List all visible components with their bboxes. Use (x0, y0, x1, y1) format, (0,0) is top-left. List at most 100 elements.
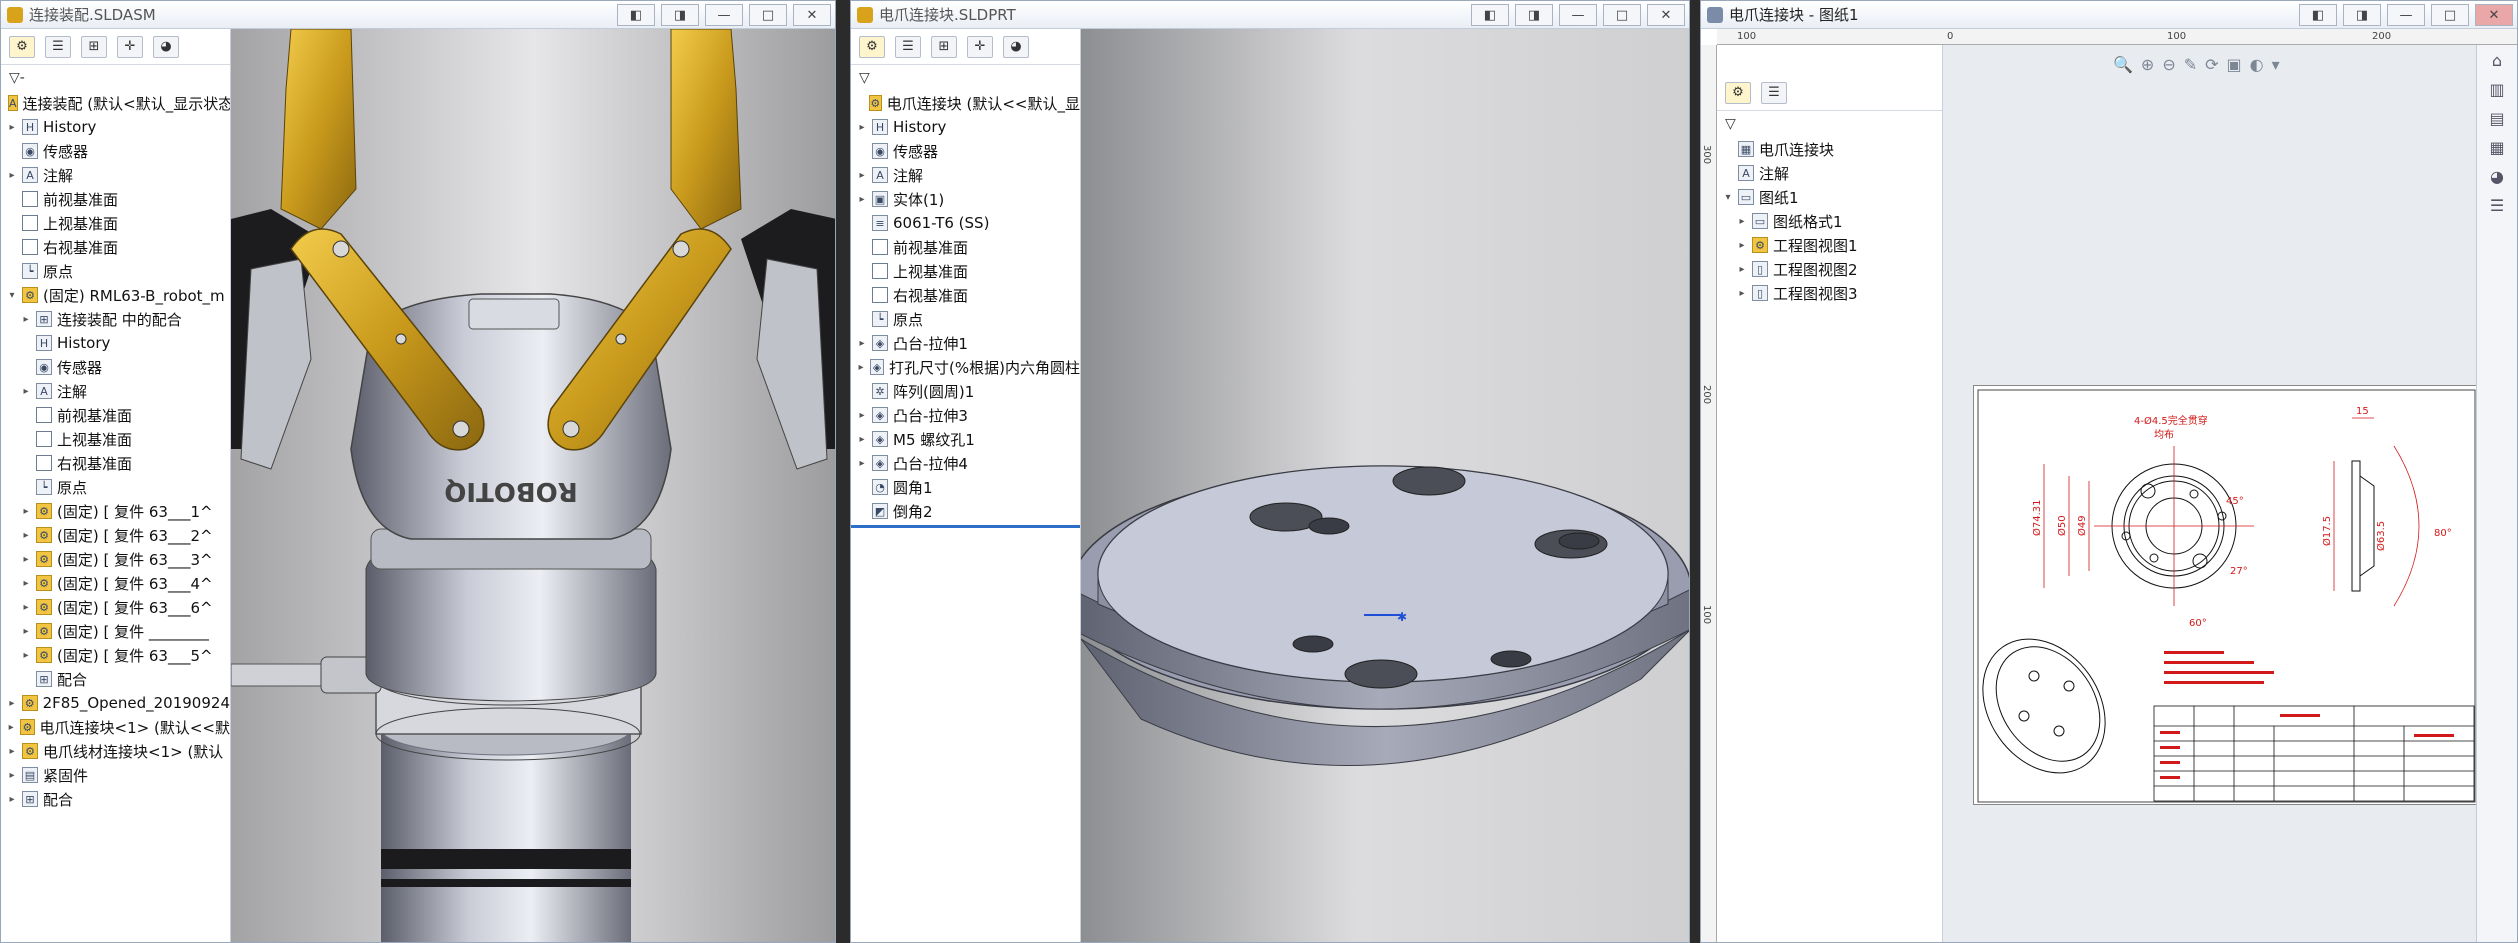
featuremanager-tab[interactable]: ⚙ (859, 35, 885, 58)
expand-toggle-icon[interactable]: ▸ (5, 770, 19, 781)
maximize-button[interactable]: □ (749, 4, 787, 26)
tree-node[interactable]: ▸ ⊞ 配合 (1, 787, 230, 811)
tree-node[interactable]: ◉ 传感器 (1, 355, 230, 379)
tree-node[interactable]: 前视基准面 (1, 403, 230, 427)
close-button[interactable]: ✕ (1647, 4, 1685, 26)
tree-node[interactable]: ▸ ◈ 打孔尺寸(%根据)内六角圆柱 (851, 355, 1080, 379)
tree-node[interactable]: ≡ 6061-T6 (SS) (851, 211, 1080, 235)
tree-node[interactable]: ▸ A 注解 (1, 379, 230, 403)
featuremanager-tab[interactable]: ⚙ (1725, 81, 1751, 104)
maximize-button[interactable]: □ (2431, 4, 2469, 26)
tree-node[interactable]: ▸ ⚙ (固定) [ 复件 63___2^ (1, 523, 230, 547)
tree-node[interactable]: ▾ ▭ 图纸1 (1717, 185, 1942, 209)
tile-left-button[interactable]: ◧ (2299, 4, 2337, 26)
tree-node[interactable]: ▸ ⚙ (固定) [ 复件 63___5^ (1, 643, 230, 667)
part-3d-viewport[interactable]: ✱ (1081, 29, 1689, 942)
tree-node[interactable]: ▸ ⊞ 连接装配 中的配合 (1, 307, 230, 331)
tree-node[interactable]: 右视基准面 (851, 283, 1080, 307)
expand-toggle-icon[interactable]: ▾ (1721, 192, 1735, 203)
tree-node[interactable]: ▸ ▯ 工程图视图3 (1717, 281, 1942, 305)
tree-node[interactable]: ┕ 原点 (1, 475, 230, 499)
tile-right-button[interactable]: ◨ (2343, 4, 2381, 26)
expand-toggle-icon[interactable]: ▸ (1735, 240, 1749, 251)
tree-node[interactable]: 上视基准面 (851, 259, 1080, 283)
tree-node[interactable]: ▸ ⚙ 电爪线材连接块<1> (默认 (1, 739, 230, 763)
close-button[interactable]: ✕ (793, 4, 831, 26)
tree-node[interactable]: ▸ H History (1, 115, 230, 139)
tree-node[interactable]: 右视基准面 (1, 451, 230, 475)
expand-toggle-icon[interactable]: ▸ (855, 122, 869, 133)
tile-right-button[interactable]: ◨ (1515, 4, 1553, 26)
minimize-button[interactable]: — (1559, 4, 1597, 26)
maximize-button[interactable]: □ (1603, 4, 1641, 26)
expand-toggle-icon[interactable]: ▸ (5, 794, 19, 805)
expand-toggle-icon[interactable]: ▸ (5, 746, 19, 757)
tile-right-button[interactable]: ◨ (661, 4, 699, 26)
tree-node[interactable]: ⚙ 电爪连接块 (默认<<默认_显 (851, 91, 1080, 115)
tree-node[interactable]: ⊞ 配合 (1, 667, 230, 691)
expand-toggle-icon[interactable]: ▸ (19, 314, 33, 325)
custom-properties-icon[interactable]: ☰ (2490, 196, 2504, 215)
tree-node[interactable]: ▸ A 注解 (1, 163, 230, 187)
displaymanager-tab[interactable]: ◕ (153, 35, 179, 58)
tree-node[interactable]: ┕ 原点 (1, 259, 230, 283)
tree-node[interactable]: ▸ ▤ 紧固件 (1, 763, 230, 787)
tree-node[interactable]: ▸ H History (851, 115, 1080, 139)
expand-toggle-icon[interactable]: ▸ (1735, 264, 1749, 275)
appearances-icon[interactable]: ◕ (2490, 167, 2504, 186)
filter-icon[interactable]: ▽ (1717, 111, 1942, 137)
tree-node[interactable]: 前视基准面 (851, 235, 1080, 259)
expand-toggle-icon[interactable]: ▸ (19, 602, 33, 613)
tree-node[interactable]: ▸ ⚙ (固定) [ 复件 63___1^ (1, 499, 230, 523)
tree-node[interactable]: ▸ ⚙ (固定) [ 复件 63___3^ (1, 547, 230, 571)
tree-node[interactable]: ▦ 电爪连接块 (1717, 137, 1942, 161)
expand-toggle-icon[interactable]: ▸ (855, 362, 867, 373)
configurationmanager-tab[interactable]: ⊞ (931, 35, 957, 58)
expand-toggle-icon[interactable]: ▸ (855, 458, 869, 469)
tree-node[interactable]: ▸ ⚙ 电爪连接块<1> (默认<<默 (1, 715, 230, 739)
tree-node[interactable]: 上视基准面 (1, 211, 230, 235)
expand-toggle-icon[interactable]: ▸ (855, 194, 869, 205)
tree-node[interactable]: ▸ ▣ 实体(1) (851, 187, 1080, 211)
tree-node[interactable]: H History (1, 331, 230, 355)
tree-node[interactable]: ◔ 圆角1 (851, 475, 1080, 499)
view-palette-icon[interactable]: ▦ (2489, 138, 2504, 157)
tree-node[interactable]: A 连接装配 (默认<默认_显示状态 (1, 91, 230, 115)
assembly-3d-viewport[interactable]: ROBOTIQ (231, 29, 835, 942)
close-button[interactable]: ✕ (2475, 4, 2513, 26)
expand-toggle-icon[interactable]: ▸ (19, 578, 33, 589)
tree-node[interactable]: ◉ 传感器 (851, 139, 1080, 163)
displaymanager-tab[interactable]: ◕ (1003, 35, 1029, 58)
tree-node[interactable]: A 注解 (1717, 161, 1942, 185)
dimxpert-tab[interactable]: ✛ (117, 35, 143, 58)
tree-node[interactable]: ▸ ⚙ (固定) [ 复件 63___6^ (1, 595, 230, 619)
design-library-icon[interactable]: ▥ (2489, 80, 2504, 99)
file-explorer-icon[interactable]: ▤ (2489, 109, 2504, 128)
expand-toggle-icon[interactable]: ▸ (19, 530, 33, 541)
expand-toggle-icon[interactable]: ▸ (5, 170, 19, 181)
featuremanager-tab[interactable]: ⚙ (9, 35, 35, 58)
propertymanager-tab[interactable]: ☰ (1761, 81, 1787, 104)
expand-toggle-icon[interactable]: ▸ (5, 722, 17, 733)
tree-node[interactable]: 上视基准面 (1, 427, 230, 451)
tree-node[interactable]: ▸ ◈ 凸台-拉伸3 (851, 403, 1080, 427)
expand-toggle-icon[interactable]: ▸ (19, 554, 33, 565)
tree-node[interactable]: ▸ ▭ 图纸格式1 (1717, 209, 1942, 233)
filter-icon[interactable]: ▽ (851, 65, 1080, 91)
home-icon[interactable]: ⌂ (2492, 51, 2502, 70)
tree-node[interactable]: ▸ ⚙ (固定) [ 复件 ________ (1, 619, 230, 643)
tree-node[interactable]: 右视基准面 (1, 235, 230, 259)
tile-left-button[interactable]: ◧ (617, 4, 655, 26)
rollback-bar[interactable] (851, 525, 1080, 528)
tree-node[interactable]: ▸ ◈ M5 螺纹孔1 (851, 427, 1080, 451)
tree-node[interactable]: ▸ ⚙ 2F85_Opened_20190924 (1, 691, 230, 715)
expand-toggle-icon[interactable]: ▸ (5, 122, 19, 133)
tree-node[interactable]: ▸ ⚙ (固定) [ 复件 63___4^ (1, 571, 230, 595)
part-titlebar[interactable]: 电爪连接块.SLDPRT ◧ ◨ — □ ✕ (851, 1, 1689, 29)
tree-node[interactable]: ▸ ◈ 凸台-拉伸4 (851, 451, 1080, 475)
tree-node[interactable]: ▸ ◈ 凸台-拉伸1 (851, 331, 1080, 355)
configurationmanager-tab[interactable]: ⊞ (81, 35, 107, 58)
tile-left-button[interactable]: ◧ (1471, 4, 1509, 26)
expand-toggle-icon[interactable]: ▸ (5, 698, 19, 709)
propertymanager-tab[interactable]: ☰ (45, 35, 71, 58)
